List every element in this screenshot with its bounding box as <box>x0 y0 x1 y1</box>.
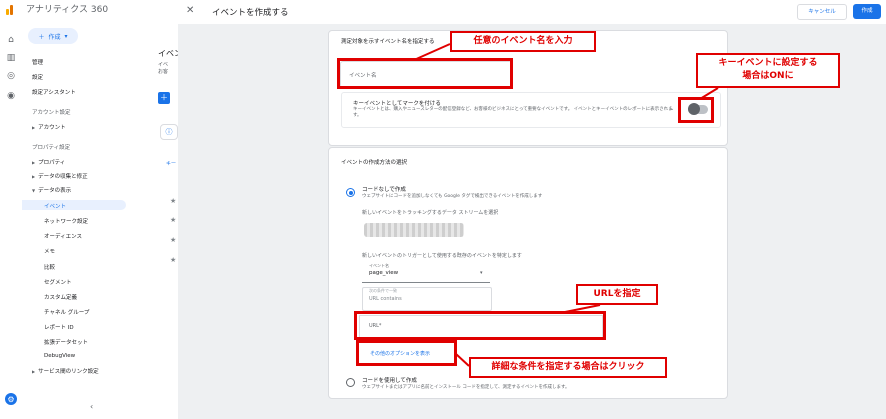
arrow-event-name <box>413 43 451 61</box>
annotation-arrows <box>413 43 719 367</box>
arrow-url <box>559 304 601 314</box>
arrow-toggle <box>699 87 719 100</box>
arrow-more-options <box>455 353 470 367</box>
